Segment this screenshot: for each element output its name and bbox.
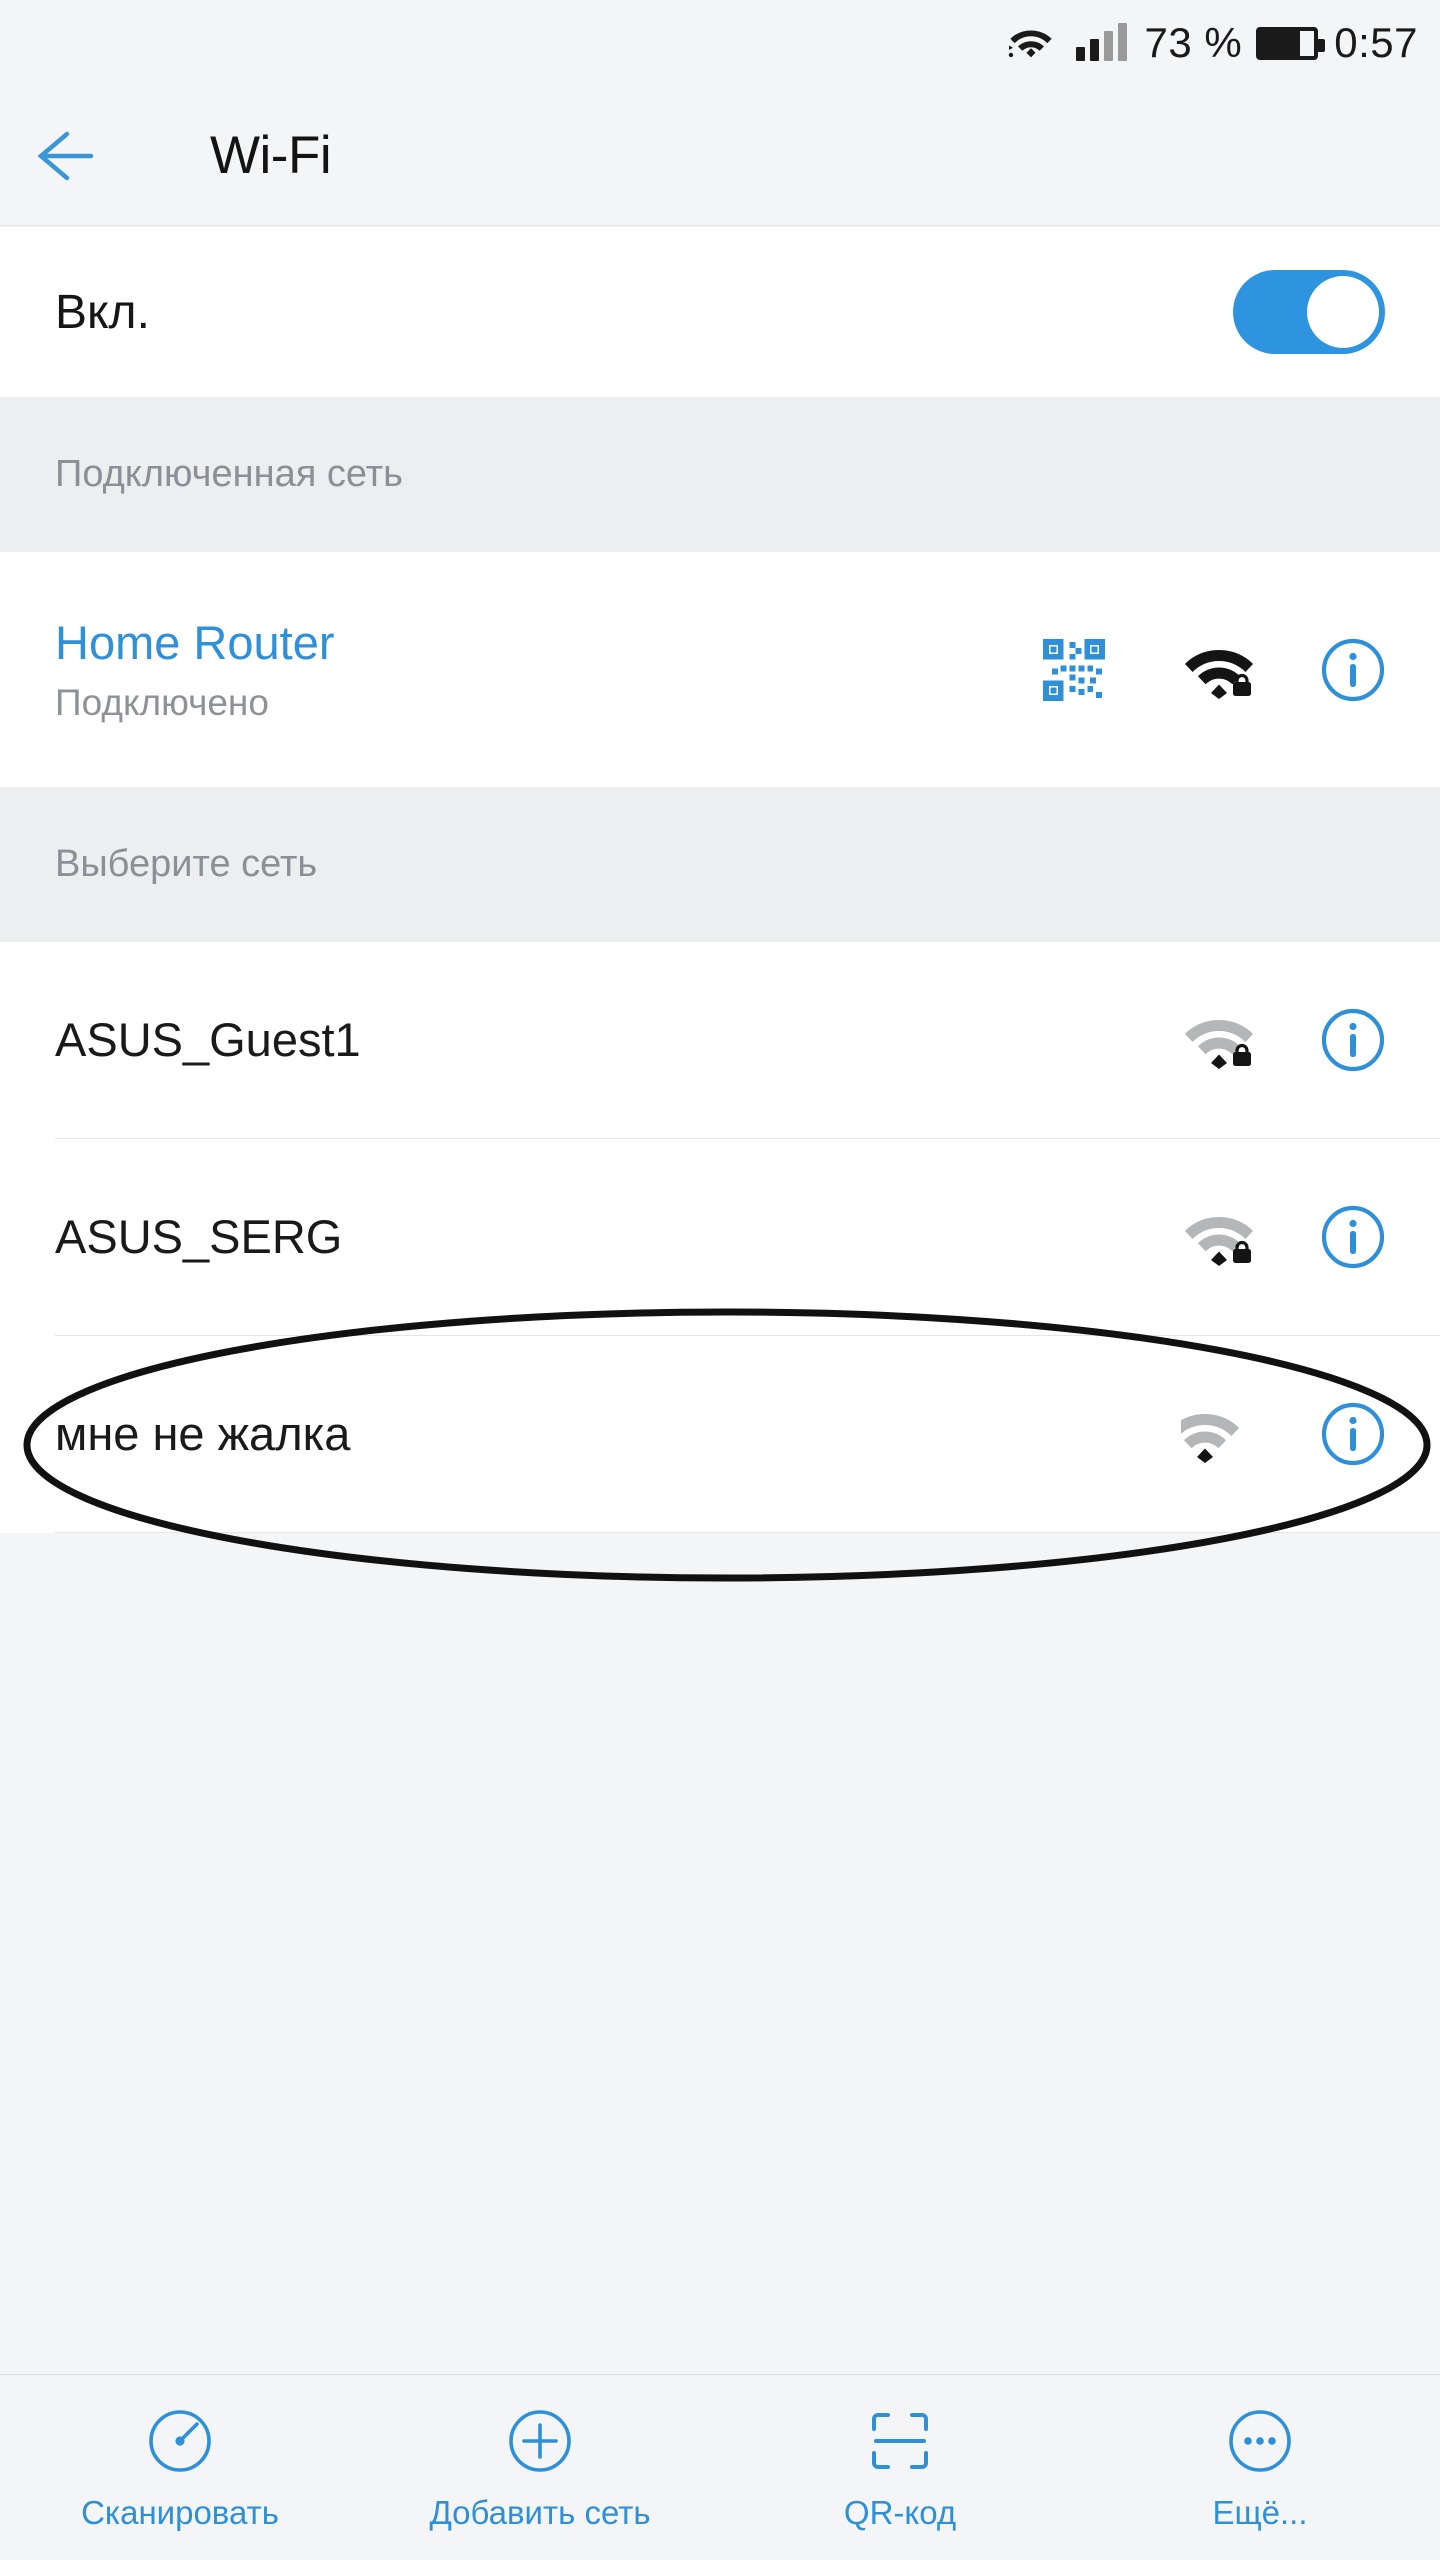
wifi-signal-icon — [1176, 1208, 1262, 1266]
network-text-block: ASUS_SERG — [55, 1209, 342, 1264]
network-row-asus-serg[interactable]: ASUS_SERG — [0, 1139, 1440, 1335]
toolbar-item-scan[interactable]: Сканировать — [0, 2375, 360, 2560]
network-text-block: мне не жалка — [55, 1406, 350, 1461]
network-row-icons — [1028, 637, 1392, 703]
toolbar-item-add-network[interactable]: Добавить сеть — [360, 2375, 720, 2560]
info-icon[interactable] — [1314, 637, 1392, 703]
toolbar-item-qr-code[interactable]: QR-код — [720, 2375, 1080, 2560]
bottom-toolbar: Сканировать Добавить сеть QR-код Ещё... — [0, 2374, 1440, 2560]
info-icon[interactable] — [1314, 1204, 1392, 1270]
toolbar-label-qr-code: QR-код — [843, 2493, 957, 2531]
network-row-asus-guest1[interactable]: ASUS_Guest1 — [0, 942, 1440, 1138]
wifi-icon — [1008, 23, 1054, 64]
network-ssid: мне не жалка — [55, 1407, 351, 1461]
battery-icon — [1256, 26, 1326, 60]
more-dots-icon — [1224, 2404, 1296, 2478]
toolbar-item-more[interactable]: Ещё... — [1080, 2375, 1440, 2560]
info-icon[interactable] — [1314, 1007, 1392, 1073]
wifi-toggle-label: Вкл. — [55, 285, 150, 339]
back-button[interactable] — [0, 86, 130, 226]
network-text-block: ASUS_Guest1 — [55, 1012, 361, 1067]
qr-code-icon[interactable] — [1028, 638, 1120, 701]
clock-label: 0:57 — [1334, 19, 1418, 66]
scan-gauge-icon — [144, 2404, 216, 2478]
status-bar-icons: 73 % 0:57 — [1008, 22, 1418, 64]
network-row-icons — [1176, 1204, 1392, 1270]
connected-network-list: Home Router Подключено — [0, 552, 1440, 787]
list-divider — [55, 1532, 1440, 1533]
section-header-available-label: Выберите сеть — [55, 843, 318, 885]
page-title: Wi-Fi — [210, 126, 332, 185]
available-network-list: ASUS_Guest1 ASUS_SERG мне не жалка — [0, 942, 1440, 1533]
network-row-icons — [1176, 1007, 1392, 1073]
toolbar-label-more: Ещё... — [1212, 2493, 1308, 2531]
wifi-signal-icon — [1176, 1011, 1262, 1069]
plus-circle-icon — [504, 2404, 576, 2478]
info-icon[interactable] — [1314, 1401, 1392, 1467]
section-header-connected-label: Подключенная сеть — [55, 453, 403, 495]
section-header-connected: Подключенная сеть — [0, 397, 1440, 552]
network-row-icons — [1176, 1401, 1392, 1467]
network-ssid: ASUS_SERG — [55, 1210, 343, 1264]
wifi-toggle-switch[interactable] — [1233, 270, 1385, 354]
battery-percent-label: 73 % — [1144, 19, 1243, 66]
wifi-signal-icon — [1176, 1405, 1262, 1463]
network-row-home-router[interactable]: Home Router Подключено — [0, 552, 1440, 787]
toggle-knob — [1307, 276, 1379, 348]
network-row-mne-ne-zhalka[interactable]: мне не жалка — [0, 1336, 1440, 1532]
back-arrow-icon — [37, 131, 94, 180]
wifi-toggle-row[interactable]: Вкл. — [0, 227, 1440, 397]
signal-bars-icon — [1075, 23, 1127, 61]
qr-scanner-frame-icon — [864, 2404, 936, 2478]
network-ssid: Home Router — [55, 615, 335, 669]
app-header: Wi-Fi — [0, 86, 1440, 226]
toolbar-label-add-network: Добавить сеть — [429, 2493, 651, 2531]
wifi-signal-icon — [1176, 641, 1262, 699]
network-ssid: ASUS_Guest1 — [55, 1013, 361, 1067]
section-header-available: Выберите сеть — [0, 787, 1440, 942]
network-text-block: Home Router Подключено — [55, 615, 335, 724]
toolbar-label-scan: Сканировать — [81, 2493, 279, 2531]
network-status: Подключено — [55, 682, 269, 724]
wifi-settings-screen: 73 % 0:57 Wi-Fi Вкл. Подключенная сеть H… — [0, 0, 1440, 2560]
status-bar: 73 % 0:57 — [0, 0, 1440, 86]
